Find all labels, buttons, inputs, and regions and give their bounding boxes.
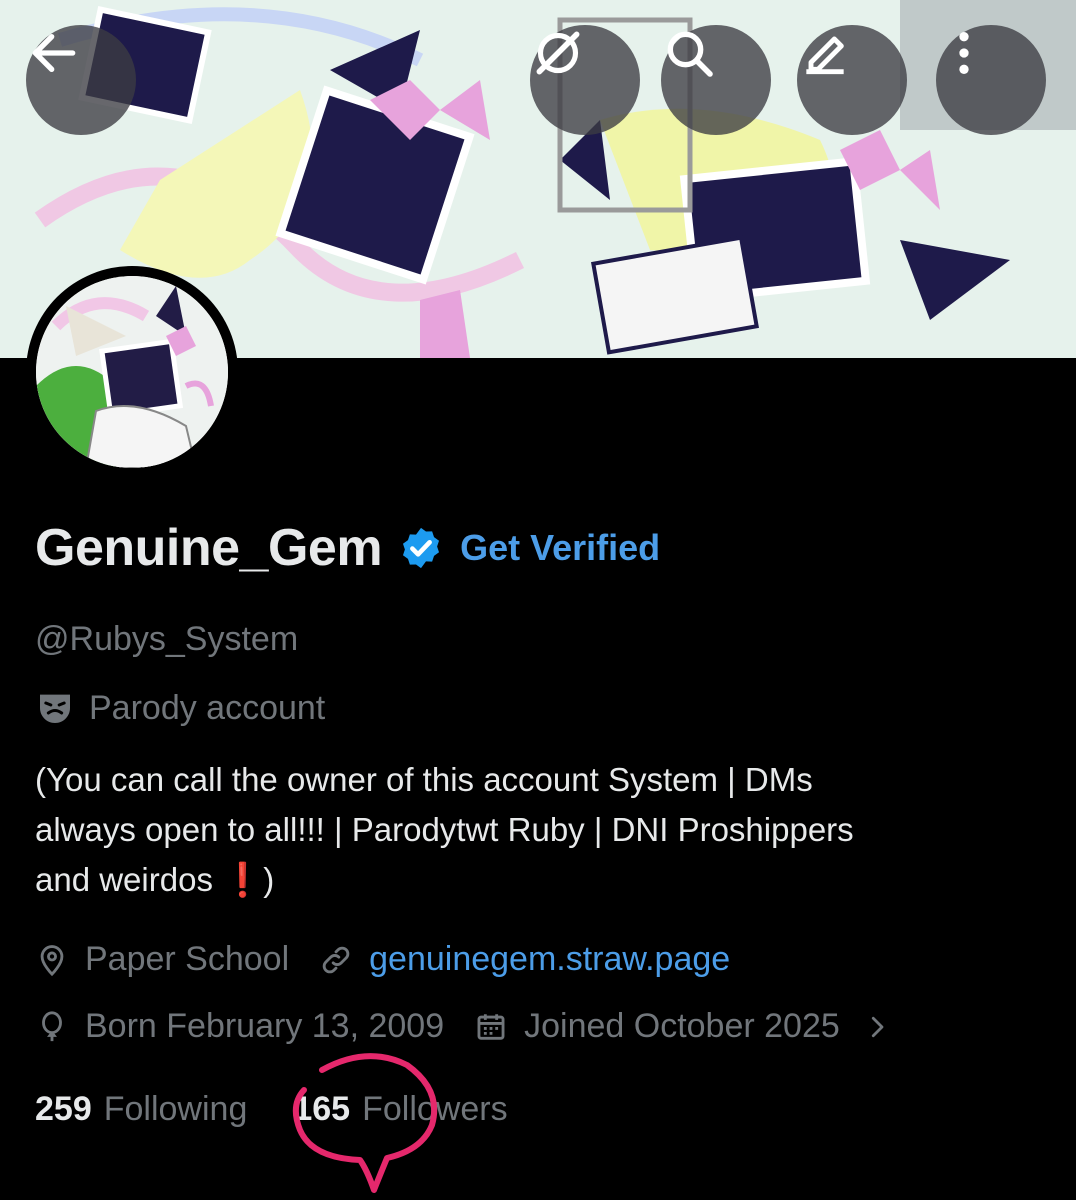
bio-line: (You can call the owner of this account …	[35, 761, 813, 798]
website-link[interactable]: genuinegem.straw.page	[369, 940, 730, 979]
birthday-text: Born February 13, 2009	[85, 1007, 445, 1045]
profile-handle: @Rubys_System	[35, 620, 299, 658]
following-count: 259	[35, 1090, 92, 1128]
link-icon	[319, 943, 353, 977]
edit-button[interactable]	[797, 25, 907, 135]
bio-line: and weirdos ❗)	[35, 855, 1035, 905]
exclamation-emoji: ❗	[222, 861, 264, 898]
balloon-icon	[35, 1010, 69, 1044]
grok-button[interactable]	[530, 25, 640, 135]
location-text: Paper School	[85, 940, 290, 978]
verified-badge-icon[interactable]	[398, 525, 444, 571]
following-stat[interactable]: 259 Following	[35, 1090, 247, 1129]
get-verified-link[interactable]: Get Verified	[460, 527, 660, 569]
theater-mask-icon	[40, 694, 70, 723]
circle-annotation	[292, 1053, 438, 1193]
profile-meta-row-2: Born February 13, 2009 Joined October 20…	[35, 1007, 892, 1046]
location-pin-icon	[35, 943, 69, 977]
search-icon	[667, 31, 713, 77]
bio-line: always open to all!!! | Parodytwt Ruby |…	[35, 811, 854, 848]
avatar[interactable]	[26, 266, 238, 478]
profile-bio: (You can call the owner of this account …	[35, 755, 1035, 905]
grok-icon	[536, 31, 580, 75]
arrow-left-icon	[32, 33, 76, 73]
back-button[interactable]	[26, 25, 136, 135]
profile-meta-row-1: Paper School genuinegem.straw.page	[35, 940, 730, 979]
parody-label: Parody account	[89, 688, 326, 727]
parody-label-row: Parody account	[35, 688, 325, 728]
pencil-icon	[806, 36, 844, 75]
following-label: Following	[103, 1090, 248, 1128]
calendar-icon	[474, 1010, 508, 1044]
joined-text[interactable]: Joined October 2025	[524, 1007, 840, 1046]
chevron-right-icon[interactable]	[862, 1012, 892, 1042]
bio-line-text: )	[263, 861, 275, 898]
bio-line-text: and weirdos	[35, 861, 223, 898]
search-button[interactable]	[661, 25, 771, 135]
profile-name-row: Genuine_Gem Get Verified	[35, 518, 660, 578]
display-name: Genuine_Gem	[35, 519, 383, 577]
more-button[interactable]	[936, 25, 1046, 135]
avatar-image	[36, 276, 228, 468]
more-vertical-icon	[959, 32, 969, 74]
